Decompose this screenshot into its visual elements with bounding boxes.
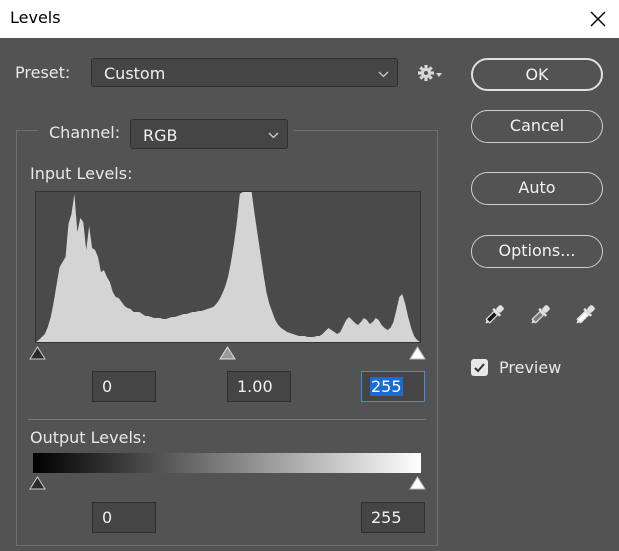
title-bar: Levels	[0, 0, 619, 38]
input-black-field[interactable]: 0	[92, 371, 156, 402]
chevron-down-icon	[268, 132, 279, 139]
channel-label: Channel:	[49, 123, 121, 142]
output-levels-label: Output Levels:	[30, 428, 147, 447]
black-eyedropper-icon	[485, 305, 504, 324]
input-white-field[interactable]: 255	[361, 371, 425, 402]
input-white-slider[interactable]	[409, 346, 426, 360]
input-gamma-value: 1.00	[237, 377, 273, 396]
ok-button[interactable]: OK	[471, 58, 603, 91]
gear-icon	[418, 65, 442, 81]
channel-value: RGB	[143, 126, 178, 145]
channel-dropdown[interactable]: RGB	[130, 119, 288, 149]
preset-label: Preset:	[15, 63, 71, 82]
preset-dropdown[interactable]: Custom	[91, 58, 398, 87]
gray-eyedropper-icon	[531, 305, 550, 324]
output-black-slider[interactable]	[29, 476, 46, 490]
window-title: Levels	[10, 8, 61, 27]
separator	[28, 419, 426, 420]
input-black-slider[interactable]	[29, 346, 46, 360]
preset-options-button[interactable]	[416, 62, 444, 84]
options-button[interactable]: Options...	[471, 235, 603, 268]
checkmark-icon	[474, 363, 485, 373]
chevron-down-icon	[378, 71, 389, 78]
preview-label: Preview	[499, 358, 562, 377]
preview-checkbox[interactable]	[471, 359, 488, 376]
auto-button[interactable]: Auto	[471, 172, 603, 205]
gray-point-eyedropper[interactable]	[527, 302, 553, 328]
input-white-value: 255	[370, 377, 403, 396]
histogram	[35, 191, 421, 343]
output-white-slider[interactable]	[409, 476, 426, 490]
close-button[interactable]	[576, 0, 619, 38]
white-eyedropper-icon	[576, 305, 595, 324]
cancel-button[interactable]: Cancel	[471, 110, 603, 143]
histogram-plot	[36, 192, 420, 342]
output-black-value: 0	[102, 508, 113, 527]
histogram-area	[36, 192, 420, 342]
output-black-field[interactable]: 0	[92, 502, 156, 533]
white-point-eyedropper[interactable]	[572, 302, 598, 328]
input-gamma-slider[interactable]	[219, 346, 236, 360]
preset-value: Custom	[104, 64, 166, 83]
output-gradient-bar	[33, 453, 421, 473]
input-gamma-field[interactable]: 1.00	[227, 371, 291, 402]
input-levels-label: Input Levels:	[30, 164, 133, 183]
black-point-eyedropper[interactable]	[481, 302, 507, 328]
output-white-value: 255	[371, 508, 402, 527]
output-white-field[interactable]: 255	[361, 502, 425, 533]
input-black-value: 0	[102, 377, 113, 396]
close-icon	[590, 11, 606, 27]
